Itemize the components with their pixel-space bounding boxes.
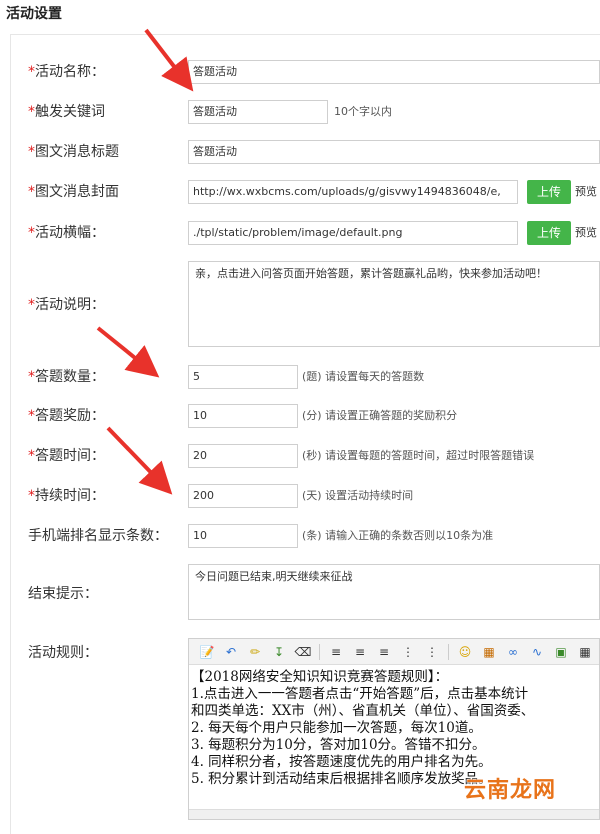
rules-line: 和四类单选：XX市（州）、省直机关（单位）、省国资委、 xyxy=(191,703,535,719)
editor-resize-bar[interactable] xyxy=(189,809,599,819)
answer-time-label: *答题时间： xyxy=(28,448,105,464)
description-label: *活动说明： xyxy=(28,297,105,313)
end-tip-textarea[interactable]: 今日问题已结束,明天继续来征战 xyxy=(188,564,600,620)
reward-hint: (分) 请设置正确答题的奖励积分 xyxy=(302,409,458,422)
question-count-hint: (题) 请设置每天的答题数 xyxy=(302,370,425,383)
banner-label: *活动横幅： xyxy=(28,225,105,241)
insert-row-icon[interactable]: ↧ xyxy=(269,642,289,662)
clear-format-icon[interactable]: ✏ xyxy=(245,642,265,662)
rules-line: 4. 同样积分者，按答题速度优先的用户排名为先。 xyxy=(191,754,492,770)
image-icon[interactable]: ▣ xyxy=(551,642,571,662)
rules-line: 3. 每题积分为10分，答对加10分。答错不扣分。 xyxy=(191,737,486,753)
unordered-list-icon[interactable]: ⋮ xyxy=(422,642,442,662)
ordered-list-icon[interactable]: ⋮ xyxy=(398,642,418,662)
rank-count-input[interactable]: 10 xyxy=(188,524,298,548)
editor-content[interactable]: 【2018网络安全知识知识竞赛答题规则】： 1.点击进入一一答题者点击“开始答题… xyxy=(189,665,599,788)
insert-image-icon[interactable]: ▦ xyxy=(479,642,499,662)
align-right-icon[interactable]: ≡ xyxy=(374,642,394,662)
unlink-icon[interactable]: ∿ xyxy=(527,642,547,662)
cover-preview-link[interactable]: 预览 xyxy=(575,180,597,204)
editor-toolbar: 📝 ↶ ✏ ↧ ⌫ ≡ ≡ ≡ ⋮ ⋮ ☺ ▦ ∞ ∿ ▣ ▦ xyxy=(189,639,599,665)
activity-name-label: *活动名称： xyxy=(28,64,105,80)
cover-upload-button[interactable]: 上传 xyxy=(527,180,571,204)
rules-label: 活动规则： xyxy=(28,645,98,661)
duration-label: *持续时间： xyxy=(28,488,105,504)
undo-icon[interactable]: ↶ xyxy=(221,642,241,662)
activity-name-input[interactable]: 答题活动 xyxy=(188,60,600,84)
duration-input[interactable]: 200 xyxy=(188,484,298,508)
rules-line: 1.点击进入一一答题者点击“开始答题”后，点击基本统计 xyxy=(191,686,529,702)
news-cover-label: *图文消息封面 xyxy=(28,184,119,200)
rank-count-label: 手机端排名显示条数： xyxy=(28,528,168,544)
news-title-input[interactable]: 答题活动 xyxy=(188,140,600,164)
align-center-icon[interactable]: ≡ xyxy=(350,642,370,662)
news-cover-input[interactable]: http://wx.wxbcms.com/uploads/g/gisvwy149… xyxy=(188,180,518,204)
reward-input[interactable]: 10 xyxy=(188,404,298,428)
keyword-input[interactable]: 答题活动 xyxy=(188,100,328,124)
table-icon[interactable]: ▦ xyxy=(575,642,595,662)
question-count-label: *答题数量： xyxy=(28,369,105,385)
align-left-icon[interactable]: ≡ xyxy=(326,642,346,662)
section-title: 活动设置 xyxy=(6,6,62,22)
rules-line: 【2018网络安全知识知识竞赛答题规则】： xyxy=(191,669,449,685)
banner-upload-button[interactable]: 上传 xyxy=(527,221,571,245)
duration-hint: (天) 设置活动持续时间 xyxy=(302,489,414,502)
end-tip-label: 结束提示： xyxy=(28,586,98,602)
rank-count-hint: (条) 请输入正确的条数否则以10条为准 xyxy=(302,529,494,542)
reward-label: *答题奖励： xyxy=(28,408,105,424)
news-title-label: *图文消息标题 xyxy=(28,144,119,160)
answer-time-hint: (秒) 请设置每题的答题时间，超过时限答题错误 xyxy=(302,449,535,462)
link-icon[interactable]: ∞ xyxy=(503,642,523,662)
keyword-label: *触发关键词 xyxy=(28,104,105,120)
answer-time-input[interactable]: 20 xyxy=(188,444,298,468)
emoticon-icon[interactable]: ☺ xyxy=(455,642,475,662)
rules-line: 2. 每天每个用户只能参加一次答题，每次10道。 xyxy=(191,720,482,736)
watermark-logo: 云南龙网 xyxy=(464,778,557,803)
banner-preview-link[interactable]: 预览 xyxy=(575,221,597,245)
description-textarea[interactable]: 亲，点击进入问答页面开始答题，累计答题赢礼品哟，快来参加活动吧！ xyxy=(188,261,600,347)
keyword-hint: 10个字以内 xyxy=(334,105,392,118)
eraser-icon[interactable]: ⌫ xyxy=(293,642,313,662)
question-count-input[interactable]: 5 xyxy=(188,365,298,389)
banner-input[interactable]: ./tpl/static/problem/image/default.png xyxy=(188,221,518,245)
source-icon[interactable]: 📝 xyxy=(197,642,217,662)
